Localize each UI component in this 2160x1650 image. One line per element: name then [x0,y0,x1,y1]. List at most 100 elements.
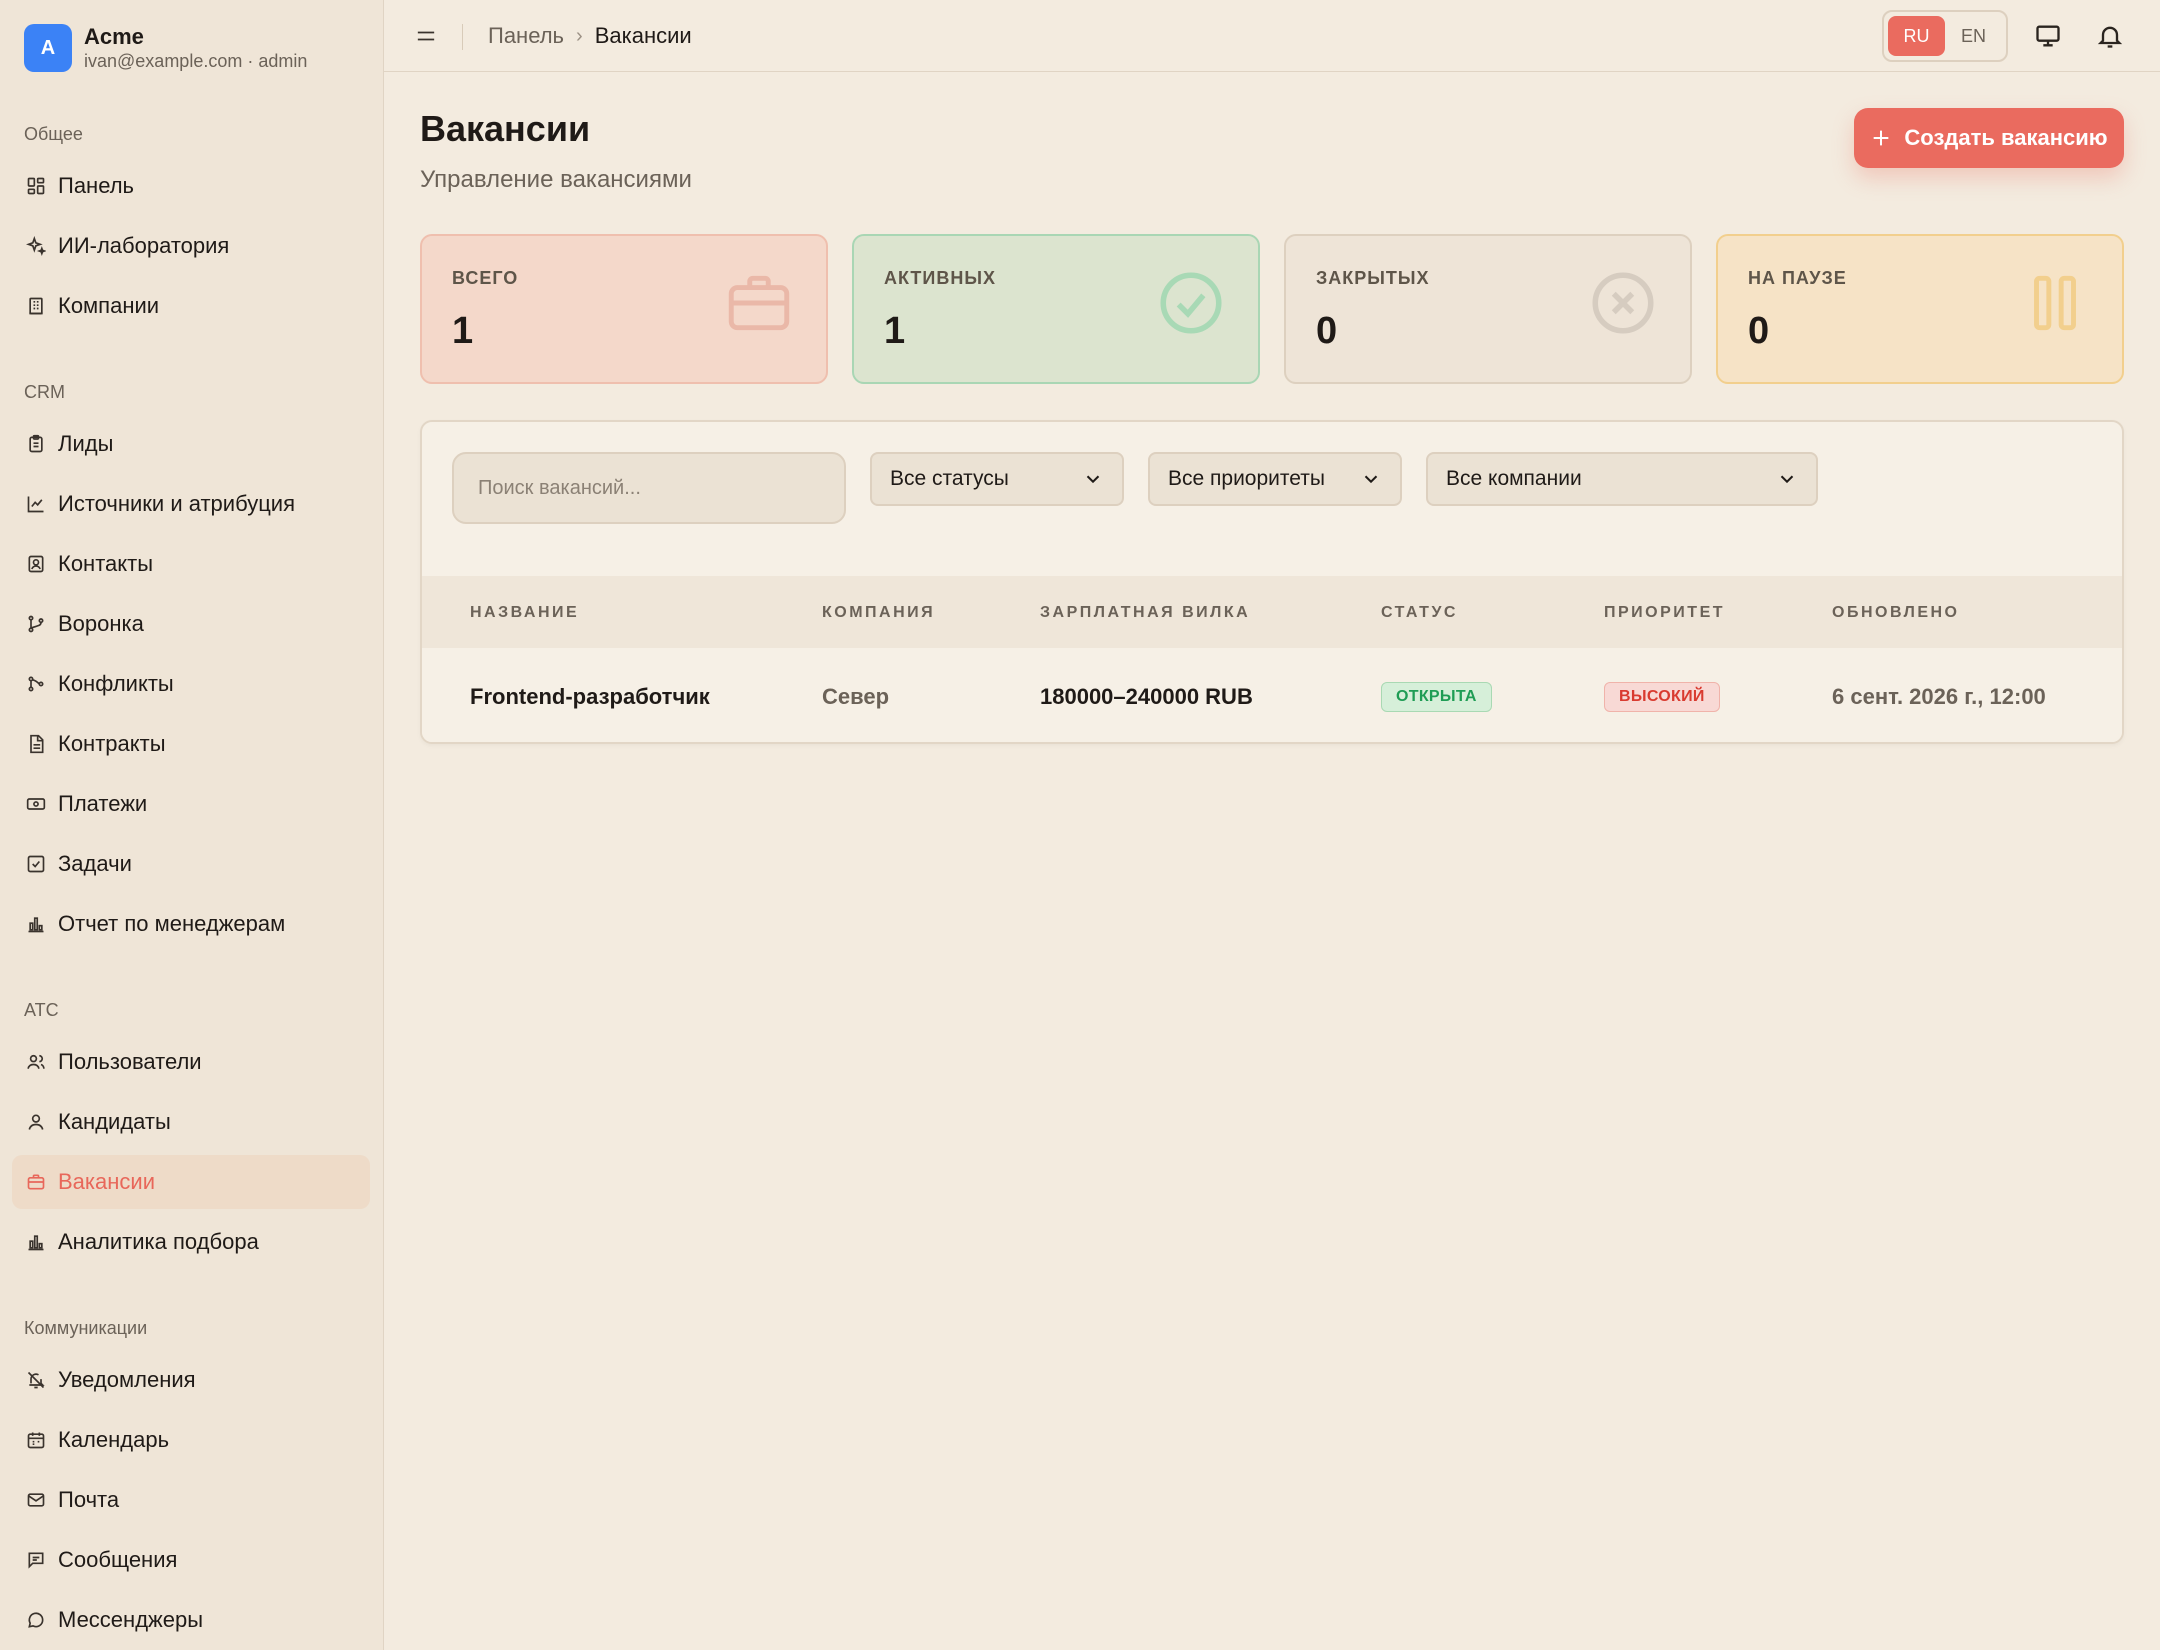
git-merge-icon [28,676,44,692]
sidebar-item-leads[interactable]: Лиды [12,417,370,471]
topbar: Панель › Вакансии RU EN [384,0,2160,72]
stat-card-closed: ЗАКРЫТЫХ 0 [1284,234,1692,384]
sidebar-item-label: Уведомления [58,1367,196,1392]
message-square-icon [28,1552,44,1569]
brand[interactable]: A Acme ivan@example.com · admin [24,24,307,72]
sidebar-item-companies[interactable]: Компании [12,279,370,333]
priority-badge: ВЫСОКИЙ [1604,682,1720,712]
status-filter-value: Все статусы [890,467,1009,490]
stat-label: ВСЕГО [452,268,519,288]
topbar-divider [462,24,463,50]
file-text-icon [30,734,44,754]
stat-card-paused: НА ПАУЗЕ 0 [1716,234,2124,384]
sidebar-item-recruiting-analytics[interactable]: Аналитика подбора [12,1215,370,1269]
check-square-icon [27,855,45,873]
sidebar-item-contacts[interactable]: Контакты [12,537,370,591]
priority-filter-select[interactable]: Все приоритеты [1148,452,1402,506]
user-icon [28,1114,44,1130]
priority-filter-value: Все приоритеты [1168,467,1325,490]
column-header-salary[interactable]: ЗАРПЛАТНАЯ ВИЛКА [1040,604,1250,622]
stat-label: ЗАКРЫТЫХ [1316,268,1430,288]
chevron-down-icon [1364,475,1378,484]
nav-group-general: Общее [24,124,83,144]
sidebar-item-ai-lab[interactable]: ИИ-лаборатория [12,219,370,273]
sidebar-item-label: Источники и атрибуция [58,491,295,516]
brand-name: Acme [84,24,144,49]
dashboard-icon [27,177,45,195]
column-header-company[interactable]: КОМПАНИЯ [822,604,935,622]
sidebar-item-label: Контакты [58,551,154,576]
sidebar-item-mail[interactable]: Почта [12,1473,370,1527]
status-badge: ОТКРЫТА [1381,682,1492,712]
sidebar-item-label: Задачи [58,851,132,876]
briefcase-icon [728,275,790,331]
sidebar-item-candidates[interactable]: Кандидаты [12,1095,370,1149]
sidebar-item-messengers[interactable]: Мессенджеры [12,1593,370,1647]
company-filter-value: Все компании [1446,467,1582,490]
sidebar-item-label: Контракты [58,731,166,756]
sidebar-item-label: Отчет по менеджерам [58,911,286,936]
pause-icon [2034,275,2076,331]
nav-group-communications: Коммуникации [24,1318,148,1338]
nav-group-crm: CRM [24,382,65,402]
x-circle-icon [1592,272,1654,334]
language-en-button[interactable]: EN [1945,16,2002,56]
sidebar-item-funnel[interactable]: Воронка [12,597,370,651]
sidebar-item-users[interactable]: Пользователи [12,1035,370,1089]
bell-icon[interactable] [2096,22,2124,50]
banknote-icon [26,798,46,810]
sidebar-item-label: Конфликты [58,671,174,696]
sidebar-item-label: Панель [58,173,135,198]
sidebar-item-manager-report[interactable]: Отчет по менеджерам [12,897,370,951]
sidebar-item-payments[interactable]: Платежи [12,777,370,831]
table-row[interactable]: Frontend-разработчик Север 180000–240000… [422,648,2122,742]
sidebar-item-dashboard[interactable]: Панель [12,159,370,213]
vacancies-panel: Все статусы Все приоритеты Все компании … [420,420,2124,744]
chevron-down-icon [1086,475,1100,484]
page-title: Вакансии [420,108,591,149]
status-filter-select[interactable]: Все статусы [870,452,1124,506]
column-header-status[interactable]: СТАТУС [1381,604,1458,622]
nav-group-atc: ATC [24,1000,59,1020]
menu-toggle-icon[interactable] [412,22,440,50]
column-header-updated[interactable]: ОБНОВЛЕНО [1832,604,1960,622]
stat-card-active: АКТИВНЫХ 1 [852,234,1260,384]
sidebar-item-label: Пользователи [58,1049,202,1074]
bar-chart-icon [28,1235,44,1251]
briefcase-icon [27,1174,45,1190]
sidebar-item-calendar[interactable]: Календарь [12,1413,370,1467]
sidebar-item-sources[interactable]: Источники и атрибуция [12,477,370,531]
company-filter-select[interactable]: Все компании [1426,452,1818,506]
sidebar-item-messages[interactable]: Сообщения [12,1533,370,1587]
sidebar-item-vacancies[interactable]: Вакансии [12,1155,370,1209]
building-icon [29,297,43,315]
breadcrumb-dashboard[interactable]: Панель [488,23,564,49]
sidebar-item-notifications[interactable]: Уведомления [12,1353,370,1407]
monitor-icon[interactable] [2034,22,2062,50]
table-header: НАЗВАНИЕ КОМПАНИЯ ЗАРПЛАТНАЯ ВИЛКА СТАТУ… [422,576,2122,648]
sidebar-item-label: Сообщения [58,1547,178,1572]
breadcrumb: Панель › Вакансии [488,22,692,50]
sidebar-item-label: Платежи [58,791,148,816]
search-input[interactable] [452,452,846,524]
vacancy-name[interactable]: Frontend-разработчик [470,684,710,710]
sidebar-item-contracts[interactable]: Контракты [12,717,370,771]
bar-chart-icon [28,917,44,933]
column-header-name[interactable]: НАЗВАНИЕ [470,604,579,622]
column-header-priority[interactable]: ПРИОРИТЕТ [1604,604,1725,622]
breadcrumb-current: Вакансии [594,23,692,48]
stat-label: НА ПАУЗЕ [1748,268,1847,288]
sidebar-item-label: ИИ-лаборатория [58,233,230,258]
stat-card-total: ВСЕГО 1 [420,234,828,384]
sidebar-item-tasks[interactable]: Задачи [12,837,370,891]
create-vacancy-button[interactable]: Создать вакансию [1854,108,2124,168]
sidebar-item-label: Почта [58,1487,120,1512]
users-icon [27,1054,45,1069]
breadcrumb-separator-icon: › [576,24,583,47]
chevron-down-icon [1780,475,1794,484]
sidebar-item-label: Кандидаты [58,1109,171,1134]
vacancy-updated: 6 сент. 2026 г., 12:00 [1832,684,2046,709]
sidebar-item-conflicts[interactable]: Конфликты [12,657,370,711]
message-circle-icon [28,1612,44,1628]
language-ru-button[interactable]: RU [1888,16,1945,56]
